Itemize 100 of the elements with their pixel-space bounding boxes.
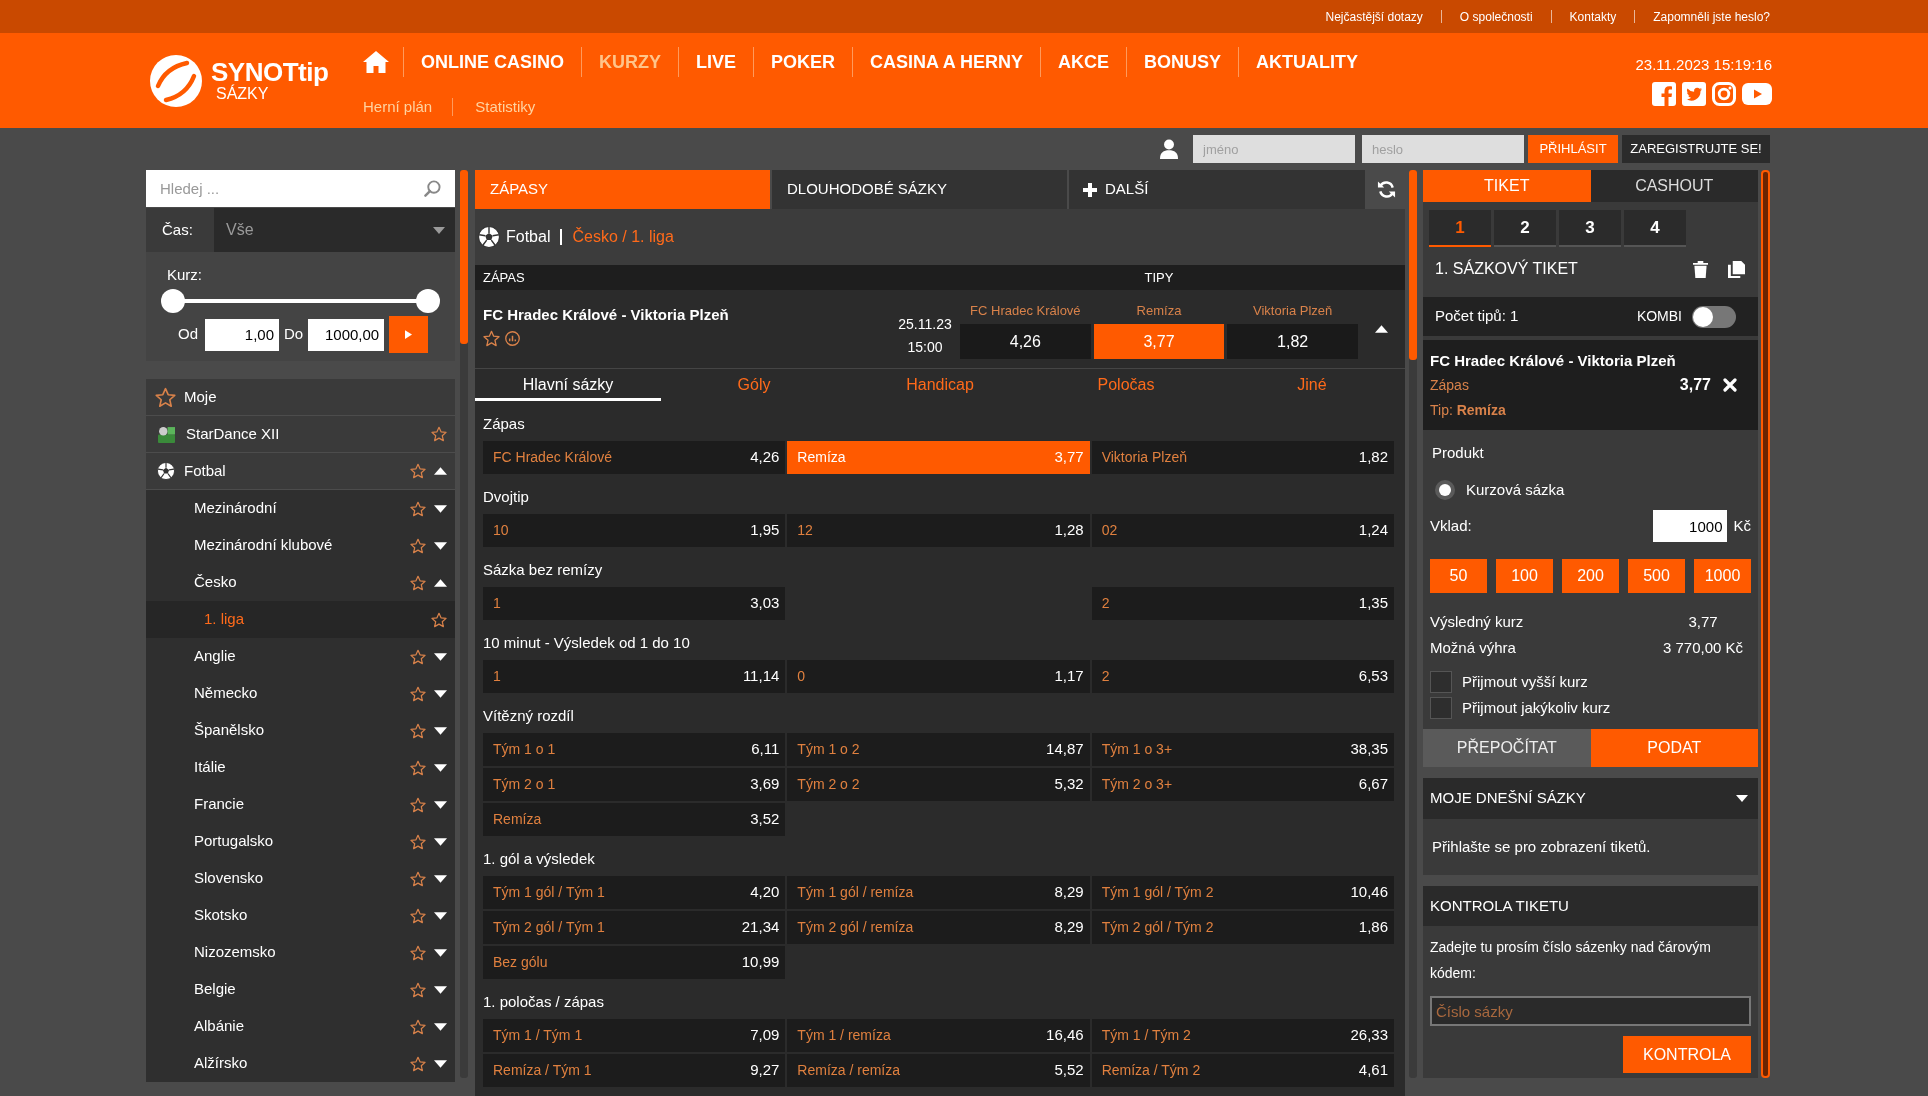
copy-icon[interactable] xyxy=(1728,260,1745,278)
bet-option[interactable]: 2 6,53 xyxy=(1091,660,1394,693)
star-icon[interactable] xyxy=(483,330,500,347)
tab[interactable]: DLOUHODOBÉ SÁZKY xyxy=(772,170,1067,209)
facebook-icon[interactable] xyxy=(1652,82,1676,106)
star-icon[interactable] xyxy=(410,907,426,924)
star-icon[interactable] xyxy=(410,500,426,517)
sidebar-item[interactable]: Moje xyxy=(146,379,455,416)
stake-field[interactable]: 1000 xyxy=(1653,510,1728,542)
bet-option[interactable]: Remíza / Tým 2 4,61 xyxy=(1091,1054,1394,1087)
bet-option[interactable]: 0 1,17 xyxy=(787,660,1090,693)
refresh-icon[interactable] xyxy=(1376,180,1396,199)
sidebar-item[interactable]: Fotbal xyxy=(146,453,455,490)
scrollbar-thumb[interactable] xyxy=(1761,170,1770,1078)
bet-option[interactable]: Tým 1 o 3+ 38,35 xyxy=(1091,733,1394,766)
option-label[interactable]: Přijmout jakýkoliv kurz xyxy=(1462,696,1611,720)
sidebar-item[interactable]: StarDance XII xyxy=(146,416,455,453)
apply-button[interactable] xyxy=(389,316,429,353)
username-field[interactable]: jméno xyxy=(1193,135,1355,163)
bet-option[interactable]: Tým 1 / remíza 16,46 xyxy=(787,1019,1090,1052)
sidebar-item[interactable]: Mezinárodní klubové xyxy=(146,527,455,564)
sidebar-item[interactable]: Nizozemsko xyxy=(146,934,455,971)
bet-option[interactable]: 02 1,24 xyxy=(1091,514,1394,547)
star-icon[interactable] xyxy=(410,463,426,479)
password-field[interactable]: heslo xyxy=(1362,135,1524,163)
top-link[interactable]: Kontakty xyxy=(1551,7,1635,26)
sidebar-item[interactable]: Francie xyxy=(146,786,455,823)
star-icon[interactable] xyxy=(410,648,426,665)
market-tab[interactable]: Jiné xyxy=(1219,369,1405,401)
sidebar-item[interactable]: Německo xyxy=(146,675,455,712)
kombi-toggle[interactable] xyxy=(1692,305,1736,328)
star-icon[interactable] xyxy=(410,981,426,998)
star-icon[interactable] xyxy=(155,386,176,408)
bet-option[interactable]: Tým 1 o 2 14,87 xyxy=(787,733,1090,766)
close-icon[interactable] xyxy=(1723,378,1737,392)
search-field[interactable]: Hledej ... xyxy=(146,170,455,207)
ticket-slot-tab[interactable]: 2 xyxy=(1494,210,1556,247)
caret-down-icon[interactable] xyxy=(434,763,447,772)
breadcrumb-link[interactable]: Česko / 1. liga xyxy=(572,225,674,249)
bet-option[interactable]: Tým 1 gól / remíza 8,29 xyxy=(787,876,1090,909)
bet-option[interactable]: Bez gólu 10,99 xyxy=(483,946,786,979)
max-odds-field[interactable]: 1000,00 xyxy=(308,318,385,351)
bet-option[interactable]: Tým 2 o 2 5,32 xyxy=(787,768,1090,801)
match-name[interactable]: FC Hradec Králové - Viktoria Plzeň xyxy=(483,306,729,324)
star-icon[interactable] xyxy=(431,611,447,628)
star-icon[interactable] xyxy=(410,1018,426,1035)
star-icon[interactable] xyxy=(410,870,426,887)
instagram-icon[interactable] xyxy=(1712,82,1736,106)
checkbox[interactable] xyxy=(1430,671,1452,693)
caret-down-icon[interactable] xyxy=(1736,795,1748,802)
register-button[interactable]: ZAREGISTRUJTE SE! xyxy=(1622,135,1770,163)
slider-track[interactable] xyxy=(161,289,440,313)
caret-down-icon[interactable] xyxy=(434,1059,447,1068)
top-link[interactable]: Nejčastější dotazy xyxy=(1307,7,1441,26)
bet-option[interactable]: Tým 2 gól / Tým 2 1,86 xyxy=(1091,911,1394,944)
bet-option[interactable]: 12 1,28 xyxy=(787,514,1090,547)
twitter-icon[interactable] xyxy=(1682,82,1706,106)
ticket-slot-tab[interactable]: 4 xyxy=(1624,210,1686,247)
sidebar-item[interactable]: Slovensko xyxy=(146,860,455,897)
caret-down-icon[interactable] xyxy=(434,541,447,550)
option-label[interactable]: Přijmout vyšší kurz xyxy=(1462,670,1588,694)
caret-up-icon[interactable] xyxy=(434,467,447,475)
sidebar-item[interactable]: Mezinárodní xyxy=(146,490,455,527)
trash-icon[interactable] xyxy=(1693,260,1708,278)
market-tab[interactable]: Poločas xyxy=(1033,369,1219,401)
star-icon[interactable] xyxy=(410,796,426,813)
sidebar-item[interactable]: Skotsko xyxy=(146,897,455,934)
bet-option[interactable]: Tým 1 / Tým 2 26,33 xyxy=(1091,1019,1394,1052)
star-icon[interactable] xyxy=(410,833,426,850)
odds-button[interactable]: 1,82 xyxy=(1227,324,1358,359)
star-icon[interactable] xyxy=(410,944,426,961)
bet-option[interactable]: 1 3,03 xyxy=(483,587,786,620)
home-icon[interactable] xyxy=(363,51,389,73)
market-tab[interactable]: Góly xyxy=(661,369,847,401)
scrollbar-track[interactable] xyxy=(460,170,468,1078)
checkbox[interactable] xyxy=(1430,697,1452,719)
caret-down-icon[interactable] xyxy=(434,652,447,661)
bet-option[interactable]: Remíza / Tým 1 9,27 xyxy=(483,1054,786,1087)
bet-option[interactable]: Tým 1 gól / Tým 2 10,46 xyxy=(1091,876,1394,909)
sidebar-item[interactable]: Itálie xyxy=(146,749,455,786)
caret-down-icon[interactable] xyxy=(434,800,447,809)
caret-down-icon[interactable] xyxy=(434,726,447,735)
bet-option[interactable]: Tým 2 o 3+ 6,67 xyxy=(1091,768,1394,801)
star-icon[interactable] xyxy=(410,685,426,702)
action-button[interactable]: PŘEPOČÍTAT xyxy=(1423,729,1591,767)
scrollbar-thumb[interactable] xyxy=(1409,170,1417,360)
bet-option[interactable]: Tým 2 o 1 3,69 xyxy=(483,768,786,801)
caret-down-icon[interactable] xyxy=(434,874,447,883)
star-icon[interactable] xyxy=(410,759,426,776)
market-tab[interactable]: Handicap xyxy=(847,369,1033,401)
min-odds-field[interactable]: 1,00 xyxy=(205,318,279,351)
slider-thumb[interactable] xyxy=(416,289,440,313)
caret-down-icon[interactable] xyxy=(434,985,447,994)
sidebar-item[interactable]: Belgie xyxy=(146,971,455,1008)
top-link[interactable]: O společnosti xyxy=(1441,7,1551,26)
bet-option[interactable]: 1 11,14 xyxy=(483,660,786,693)
bet-option[interactable]: FC Hradec Králové 4,26 xyxy=(483,441,786,474)
sidebar-item[interactable]: 1. liga xyxy=(146,601,455,638)
time-dropdown[interactable]: Vše xyxy=(214,208,455,252)
star-icon[interactable] xyxy=(410,574,426,591)
